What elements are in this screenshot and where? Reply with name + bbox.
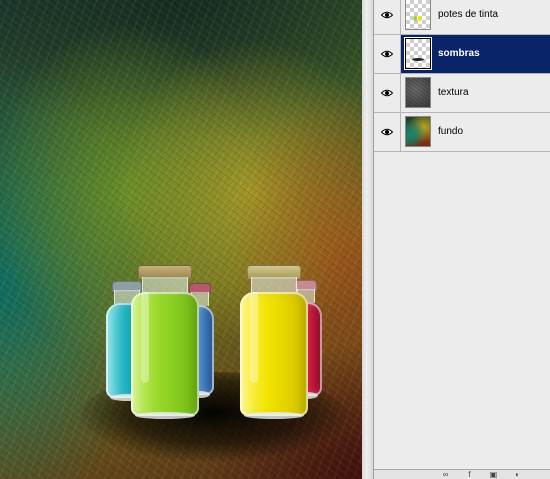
layer-row-textura[interactable]: textura xyxy=(374,74,550,113)
layer-thumbnail xyxy=(405,0,431,30)
eye-icon xyxy=(381,89,393,97)
layer-row-fundo[interactable]: fundo xyxy=(374,113,550,152)
yellow-paint-bottle xyxy=(240,265,308,419)
eye-icon xyxy=(381,11,393,19)
layer-thumbnail xyxy=(405,77,431,108)
layer-name: potes de tinta xyxy=(438,9,499,20)
panel-separator xyxy=(362,0,373,479)
layers-panel: potes de tinta sombras textura fundo ∞ f… xyxy=(373,0,550,479)
layer-thumbnail xyxy=(404,37,432,70)
visibility-toggle[interactable] xyxy=(374,74,401,112)
adjustment-layer-icon[interactable]: ◐ xyxy=(512,471,523,479)
layer-thumbnail xyxy=(405,116,431,147)
layer-row-potes-de-tinta[interactable]: potes de tinta xyxy=(374,0,550,35)
layer-style-icon[interactable]: f xyxy=(464,471,475,479)
eye-icon xyxy=(381,128,393,136)
layer-name: fundo xyxy=(438,126,464,137)
visibility-toggle[interactable] xyxy=(374,35,401,73)
layer-name: sombras xyxy=(438,48,480,59)
layer-name: textura xyxy=(438,87,469,98)
visibility-toggle[interactable] xyxy=(374,113,401,151)
add-mask-icon[interactable]: ▣ xyxy=(488,471,499,479)
link-layers-icon[interactable]: ∞ xyxy=(440,471,451,479)
layers-panel-footer: ∞ f ▣ ◐ xyxy=(374,469,550,479)
eye-icon xyxy=(381,50,393,58)
layer-row-sombras[interactable]: sombras xyxy=(374,35,550,74)
green-paint-bottle xyxy=(131,265,199,419)
visibility-toggle[interactable] xyxy=(374,0,401,34)
document-canvas[interactable] xyxy=(0,0,362,479)
